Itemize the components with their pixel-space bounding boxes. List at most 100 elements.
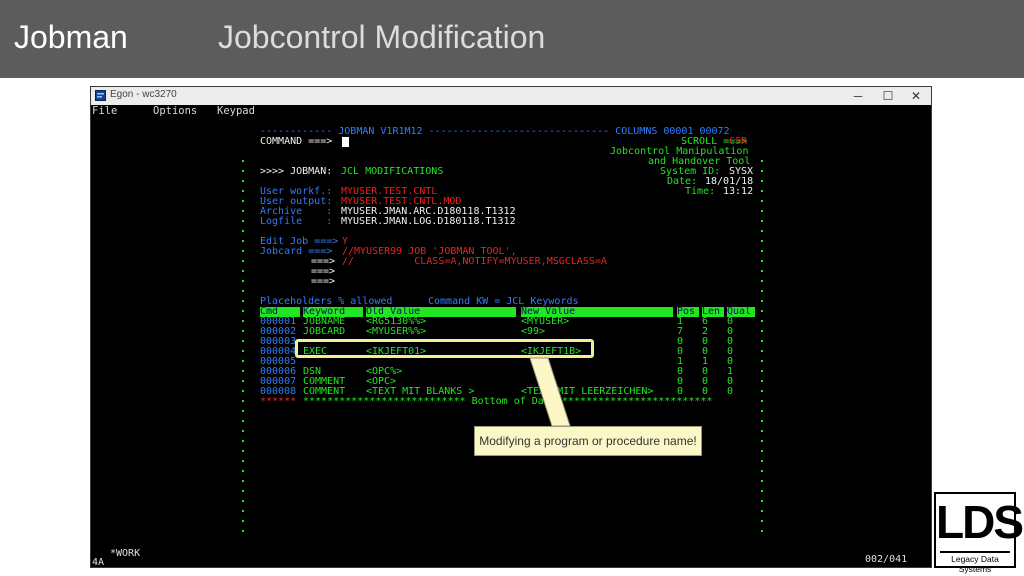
border-dot: [761, 260, 763, 262]
slide-brand: Jobman: [14, 19, 128, 55]
border-dot: [242, 530, 244, 532]
border-dot: [761, 400, 763, 402]
border-dot: [761, 310, 763, 312]
border-dot: [761, 290, 763, 292]
border-dot: [761, 530, 763, 532]
close-button[interactable]: ✕: [901, 87, 931, 105]
logo-mark: LDS: [936, 496, 1024, 548]
status-bar: *WORK 4A 002/041: [91, 548, 931, 567]
border-dot: [242, 500, 244, 502]
border-dot: [242, 200, 244, 202]
border-dot: [761, 510, 763, 512]
border-dot: [761, 420, 763, 422]
border-dot: [242, 180, 244, 182]
border-dot: [761, 270, 763, 272]
border-dot: [761, 450, 763, 452]
border-dot: [242, 260, 244, 262]
border-dot: [242, 420, 244, 422]
border-dot: [761, 460, 763, 462]
border-dot: [242, 190, 244, 192]
border-dot: [761, 470, 763, 472]
function-value: JCL MODIFICATIONS: [341, 166, 444, 177]
status-cursor-position: 002/041: [865, 554, 908, 565]
row-new-value[interactable]: <99>: [521, 327, 545, 337]
border-dot: [761, 210, 763, 212]
menu-file[interactable]: File: [92, 105, 117, 118]
border-dot: [761, 340, 763, 342]
border-dot: [242, 250, 244, 252]
border-dot: [242, 330, 244, 332]
row-old-value[interactable]: <MYUSER%%>: [366, 327, 426, 337]
lds-logo: LDS Legacy Data Systems: [934, 492, 1024, 574]
border-dot: [242, 470, 244, 472]
border-dot: [242, 220, 244, 222]
border-dot: [242, 270, 244, 272]
row-keyword[interactable]: JOBCARD: [303, 327, 345, 337]
border-dot: [242, 340, 244, 342]
border-dot: [242, 400, 244, 402]
border-dot: [761, 440, 763, 442]
window-title-bar[interactable]: Egon - wc3270 ─ ☐ ✕: [91, 87, 931, 105]
logo-divider: [940, 551, 1010, 553]
border-dot: [761, 320, 763, 322]
border-dot: [761, 160, 763, 162]
field-value-logfile: MYUSER.JMAN.LOG.D180118.T1312: [341, 216, 516, 227]
menu-options[interactable]: Options: [153, 105, 197, 118]
border-dot: [761, 350, 763, 352]
border-dot: [761, 200, 763, 202]
border-dot: [242, 300, 244, 302]
border-dot: [242, 460, 244, 462]
border-dot: [242, 510, 244, 512]
field-label-logfile: Logfile :: [260, 216, 333, 227]
slide-title: Jobcontrol Modification: [218, 19, 546, 55]
border-dot: [761, 280, 763, 282]
logo-name: Legacy Data Systems: [951, 554, 999, 574]
jobcard-line-2[interactable]: // CLASS=A,NOTIFY=MYUSER,MSGCLASS=A: [342, 257, 607, 267]
border-dot: [242, 280, 244, 282]
border-dot: [242, 410, 244, 412]
border-dot: [761, 240, 763, 242]
border-dot: [242, 480, 244, 482]
border-dot: [761, 330, 763, 332]
maximize-button[interactable]: ☐: [873, 87, 903, 105]
border-dot: [761, 520, 763, 522]
menu-bar: File Options Keypad: [91, 105, 931, 118]
border-dot: [761, 500, 763, 502]
function-label: >>>> JOBMAN:: [260, 166, 333, 177]
time-label: Time:: [685, 186, 716, 197]
border-dot: [761, 380, 763, 382]
border-dot: [242, 290, 244, 292]
border-dot: [242, 240, 244, 242]
terminal-app-icon: [95, 90, 106, 101]
menu-keypad[interactable]: Keypad: [217, 105, 255, 118]
border-dot: [761, 190, 763, 192]
command-input[interactable]: [342, 137, 349, 147]
bottom-of-data: *************************** Bottom of Da…: [303, 396, 713, 407]
border-dot: [761, 360, 763, 362]
border-dot: [242, 430, 244, 432]
border-dot: [242, 390, 244, 392]
border-dot: [761, 180, 763, 182]
border-dot: [242, 160, 244, 162]
border-dot: [242, 350, 244, 352]
window-title: Egon - wc3270: [110, 89, 177, 100]
minimize-button[interactable]: ─: [843, 87, 873, 105]
border-dot: [761, 300, 763, 302]
status-work: *WORK: [110, 548, 141, 559]
callout-note: Modifying a program or procedure name!: [474, 426, 702, 456]
terminal-screen: ------------ JOBMAN V1R1M12 ------------…: [91, 118, 931, 548]
border-dot: [761, 480, 763, 482]
border-dot: [242, 310, 244, 312]
border-dot: [242, 170, 244, 172]
bottom-marker-stars: ******: [260, 396, 297, 407]
row-qual[interactable]: 0: [727, 387, 733, 397]
terminal-window: Egon - wc3270 ─ ☐ ✕ File Options Keypad …: [90, 86, 932, 568]
border-dot: [761, 230, 763, 232]
border-dot: [242, 370, 244, 372]
border-dot: [242, 320, 244, 322]
border-dot: [242, 360, 244, 362]
border-dot: [761, 370, 763, 372]
border-dot: [761, 220, 763, 222]
highlight-box: [295, 339, 594, 358]
border-dot: [242, 520, 244, 522]
